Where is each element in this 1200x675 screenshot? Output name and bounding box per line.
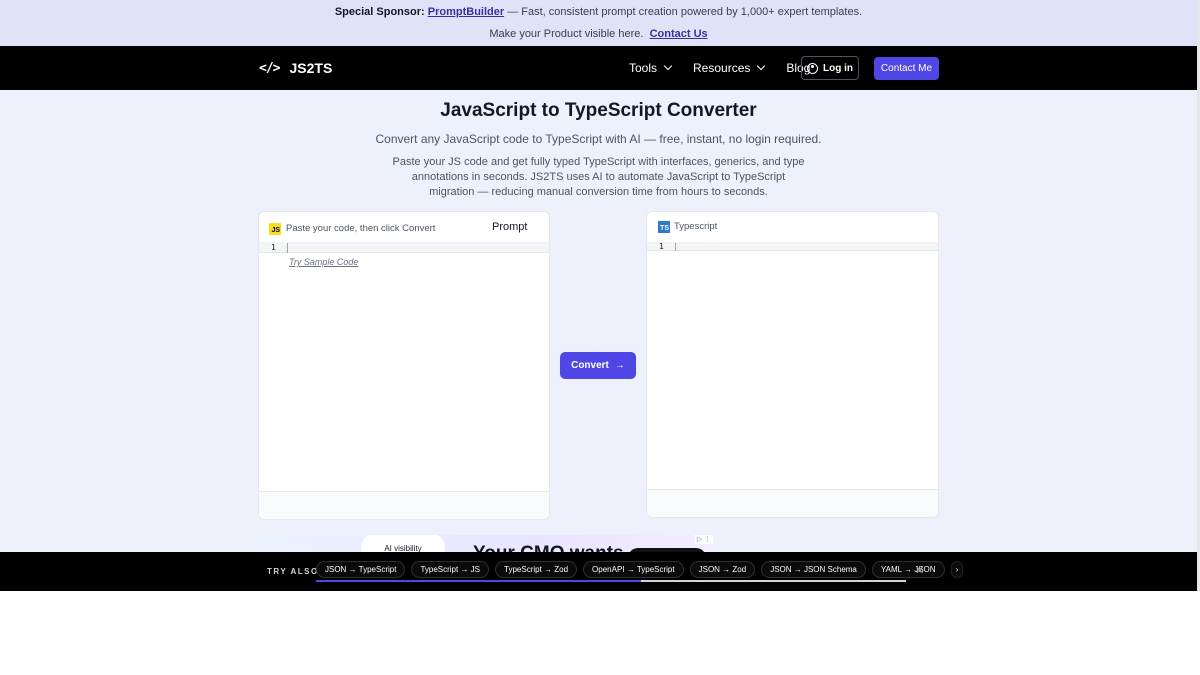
try-also-label: TRY ALSO <box>267 567 319 576</box>
js-panel-hint: Paste your code, then click Convert <box>286 223 436 234</box>
js-input-panel: JS Paste your code, then click Convert P… <box>258 211 550 520</box>
close-icon[interactable]: ✕ <box>915 564 924 577</box>
scroll-progress-fill <box>316 580 641 582</box>
page-title: JavaScript to TypeScript Converter <box>440 100 757 121</box>
convert-button[interactable]: Convert → <box>560 352 636 379</box>
user-icon <box>807 62 818 74</box>
line-number: 1 <box>271 243 276 252</box>
nav-tools-menu[interactable]: Tools <box>629 61 673 75</box>
try-sample-code-link[interactable]: Try Sample Code <box>289 257 358 267</box>
chip-json-typescript[interactable]: JSON → TypeScript <box>316 561 406 578</box>
chip-typescript-zod[interactable]: TypeScript → Zod <box>495 561 578 578</box>
top-nav: </> JS2TS Tools Resources Blog Log in Co… <box>0 46 1197 90</box>
logo-text: JS2TS <box>289 60 333 76</box>
scroll-progress-bar <box>316 580 906 582</box>
contact-us-link[interactable]: Contact Us <box>650 28 708 40</box>
js-panel-header: JS Paste your code, then click Convert P… <box>259 212 549 242</box>
js-code-editor[interactable]: 1 Try Sample Code <box>259 242 549 491</box>
logo[interactable]: </> JS2TS <box>259 60 332 76</box>
js-panel-footer <box>259 491 549 519</box>
chip-typescript-js[interactable]: TypeScript → JS <box>411 561 490 578</box>
ts-panel-title: Typescript <box>674 221 718 232</box>
login-label: Log in <box>823 62 853 74</box>
chip-yaml-json[interactable]: YAML → JSON <box>871 561 945 578</box>
arrow-right-icon: → <box>614 360 625 371</box>
code-icon: </> <box>259 60 281 76</box>
hero: JavaScript to TypeScript Converter Conve… <box>0 100 1197 200</box>
login-button[interactable]: Log in <box>801 56 859 80</box>
sponsor-text: — Fast, consistent prompt creation power… <box>507 6 863 18</box>
js-badge-icon: JS <box>269 223 281 235</box>
convert-label: Convert <box>571 360 609 371</box>
chevron-down-icon <box>663 61 673 71</box>
active-line <box>647 243 938 251</box>
nav-links: Tools Resources Blog <box>629 61 810 75</box>
nav-tools-label: Tools <box>629 61 658 75</box>
page: Special Sponsor: PromptBuilder — Fast, c… <box>0 0 1197 591</box>
text-caret <box>675 243 676 251</box>
nav-resources-menu[interactable]: Resources <box>693 61 766 75</box>
sponsor-label: Special Sponsor: <box>334 6 425 18</box>
page-description: Paste your JS code and get fully typed T… <box>392 156 805 198</box>
ad-choices-icon[interactable]: ▷ ⋮ <box>695 535 713 544</box>
chip-json-json-schema[interactable]: JSON → JSON Schema <box>761 561 866 578</box>
sponsor-banner: Special Sponsor: PromptBuilder — Fast, c… <box>0 0 1197 46</box>
chevron-down-icon <box>757 61 766 71</box>
nav-resources-label: Resources <box>693 61 751 75</box>
ts-panel-footer <box>647 489 938 517</box>
sponsor-link[interactable]: PromptBuilder <box>428 6 504 18</box>
try-also-chips: JSON → TypeScript TypeScript → JS TypeSc… <box>316 561 964 578</box>
try-also-bar: TRY ALSO JSON → TypeScript TypeScript → … <box>0 552 1197 591</box>
prompt-tab[interactable]: Prompt <box>492 221 527 233</box>
chip-json-zod[interactable]: JSON → Zod <box>689 561 756 578</box>
chevron-right-icon[interactable]: › <box>950 561 964 578</box>
text-caret <box>287 243 288 253</box>
line-number: 1 <box>659 242 664 251</box>
visibility-text: Make your Product visible here. <box>489 28 644 40</box>
page-subtitle: Convert any JavaScript code to TypeScrip… <box>375 132 822 146</box>
ts-badge-icon: TS <box>658 221 670 233</box>
chip-openapi-typescript[interactable]: OpenAPI → TypeScript <box>583 561 684 578</box>
ts-panel-header: TS Typescript <box>647 212 938 242</box>
active-line <box>259 243 549 253</box>
visibility-row: Make your Product visible here. Contact … <box>0 22 1197 46</box>
contact-me-button[interactable]: Contact Me <box>874 57 939 80</box>
ts-output-panel: TS Typescript 1 <box>646 211 939 518</box>
ts-code-output[interactable]: 1 <box>647 242 938 492</box>
sponsor-row: Special Sponsor: PromptBuilder — Fast, c… <box>0 0 1197 22</box>
